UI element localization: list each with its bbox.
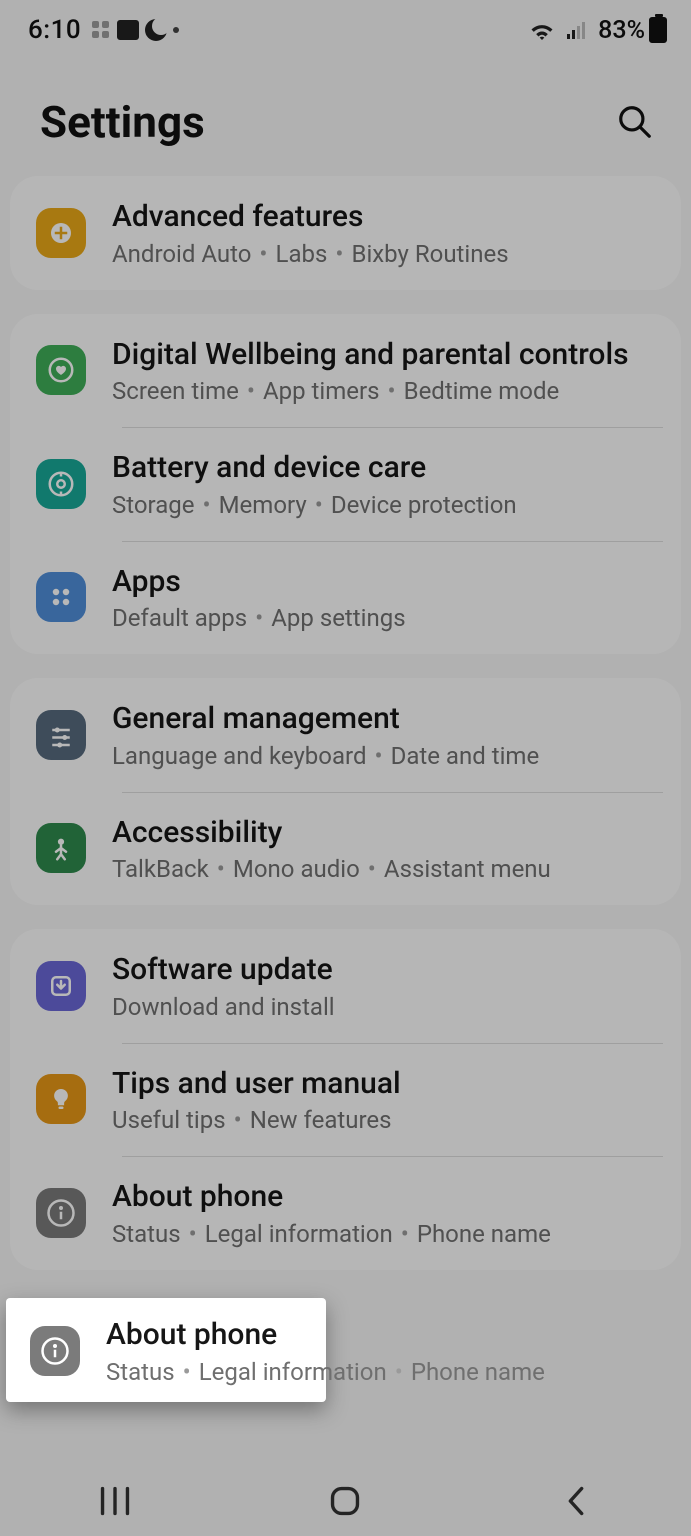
settings-group: Digital Wellbeing and parental controls S… <box>10 314 681 655</box>
item-title: Accessibility <box>112 814 655 852</box>
navigation-bar <box>0 1466 691 1536</box>
settings-item-general-management[interactable]: General management Language and keyboard•… <box>10 678 681 792</box>
update-icon <box>36 961 86 1011</box>
info-icon <box>30 1326 80 1376</box>
settings-group: Advanced features Android Auto•Labs•Bixby… <box>10 176 681 290</box>
item-subtitle: Useful tips•New features <box>112 1106 655 1134</box>
apps-grid-icon <box>36 572 86 622</box>
status-time: 6:10 <box>28 15 81 45</box>
sliders-icon <box>36 710 86 760</box>
search-icon <box>616 103 654 141</box>
item-subtitle: Language and keyboard•Date and time <box>112 742 655 770</box>
search-button[interactable] <box>613 100 657 144</box>
nav-recents-button[interactable] <box>85 1471 145 1531</box>
heart-ring-icon <box>36 345 86 395</box>
highlight-subtitle: Status•Legal information•Phone name <box>106 1358 310 1386</box>
item-subtitle: Status•Legal information•Phone name <box>112 1220 655 1248</box>
highlight-about-phone[interactable]: About phone Status•Legal information•Pho… <box>6 1298 326 1402</box>
page-header: Settings <box>0 56 691 176</box>
battery-percent: 83% <box>598 16 645 45</box>
item-title: About phone <box>112 1178 655 1216</box>
settings-item-battery-care[interactable]: Battery and device care Storage•Memory•De… <box>10 427 681 541</box>
highlight-title: About phone <box>106 1316 310 1354</box>
item-subtitle: Screen time•App timers•Bedtime mode <box>112 377 655 405</box>
nav-home-button[interactable] <box>315 1471 375 1531</box>
settings-item-advanced-features[interactable]: Advanced features Android Auto•Labs•Bixby… <box>10 176 681 290</box>
settings-group: Software update Download and install Tips … <box>10 929 681 1270</box>
wifi-icon <box>528 19 556 41</box>
battery-icon <box>649 17 667 43</box>
person-icon <box>36 823 86 873</box>
settings-item-apps[interactable]: Apps Default apps•App settings <box>10 541 681 655</box>
item-title: Apps <box>112 563 655 601</box>
device-care-icon <box>36 459 86 509</box>
item-title: Software update <box>112 951 655 989</box>
recents-icon <box>98 1486 132 1516</box>
back-icon <box>562 1484 590 1518</box>
item-subtitle: Download and install <box>112 993 655 1021</box>
home-icon <box>328 1484 362 1518</box>
item-title: Tips and user manual <box>112 1065 655 1103</box>
settings-item-tips[interactable]: Tips and user manual Useful tips•New feat… <box>10 1043 681 1157</box>
item-subtitle: Storage•Memory•Device protection <box>112 491 655 519</box>
info-icon <box>36 1188 86 1238</box>
dnd-moon-icon <box>145 19 167 41</box>
page-title: Settings <box>40 96 205 148</box>
item-subtitle: Android Auto•Labs•Bixby Routines <box>112 240 655 268</box>
cell-signal-icon <box>566 20 588 40</box>
nav-back-button[interactable] <box>546 1471 606 1531</box>
notifications-icon <box>91 20 111 40</box>
settings-item-accessibility[interactable]: Accessibility TalkBack•Mono audio•Assista… <box>10 792 681 906</box>
item-subtitle: Default apps•App settings <box>112 604 655 632</box>
item-title: General management <box>112 700 655 738</box>
settings-group: General management Language and keyboard•… <box>10 678 681 905</box>
settings-item-digital-wellbeing[interactable]: Digital Wellbeing and parental controls S… <box>10 314 681 428</box>
item-title: Advanced features <box>112 198 655 236</box>
settings-item-about-phone[interactable]: About phone Status•Legal information•Phon… <box>10 1156 681 1270</box>
picture-icon <box>117 20 139 40</box>
plus-gear-icon <box>36 208 86 258</box>
item-title: Digital Wellbeing and parental controls <box>112 336 655 374</box>
item-subtitle: TalkBack•Mono audio•Assistant menu <box>112 855 655 883</box>
item-title: Battery and device care <box>112 449 655 487</box>
settings-item-software-update[interactable]: Software update Download and install <box>10 929 681 1043</box>
bulb-icon <box>36 1074 86 1124</box>
status-bar: 6:10 83% <box>0 0 691 56</box>
more-notifications-dot-icon <box>173 27 179 33</box>
